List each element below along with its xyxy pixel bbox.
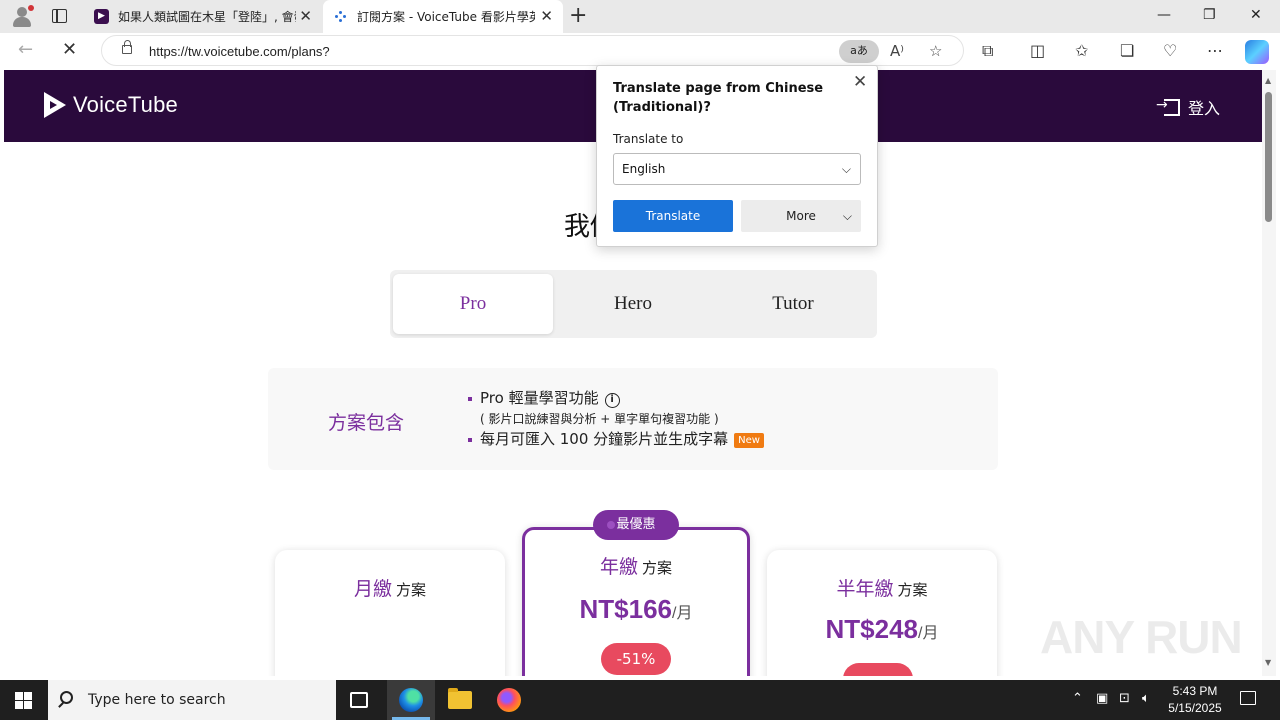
list-item: 每月可匯入 100 分鐘影片並生成字幕 New bbox=[468, 429, 764, 450]
tab-pro[interactable]: Pro bbox=[393, 274, 553, 334]
scroll-up-icon[interactable]: ▲ bbox=[1265, 76, 1271, 85]
feature-text: 每月可匯入 100 分鐘影片並生成字幕 bbox=[480, 430, 729, 448]
site-logo[interactable]: VoiceTube bbox=[73, 92, 178, 118]
best-value-badge: 最優惠 bbox=[593, 510, 679, 540]
notification-icon[interactable] bbox=[1240, 691, 1256, 705]
read-aloud-icon[interactable]: A⁾ bbox=[890, 42, 904, 60]
translate-button[interactable]: Translate bbox=[613, 200, 733, 232]
restore-button[interactable]: ❐ bbox=[1203, 7, 1216, 23]
minimize-button[interactable]: — bbox=[1157, 7, 1171, 23]
tab-tutor[interactable]: Tutor bbox=[713, 274, 873, 334]
profile-avatar-icon[interactable] bbox=[11, 5, 34, 27]
plan-name: 年繳 方案 bbox=[599, 556, 673, 578]
plan-price: NT$166/月 bbox=[579, 594, 693, 624]
login-icon bbox=[1156, 97, 1180, 116]
plan-tab-group: Pro Hero Tutor bbox=[390, 270, 877, 338]
voicetube-favicon-icon: ▶ bbox=[94, 9, 109, 24]
info-icon[interactable]: i bbox=[604, 393, 620, 408]
loading-spinner-icon bbox=[333, 9, 348, 24]
feature-list: Pro 輕量學習功能 i ( 影片口說練習與分析 + 單字單句複習功能 ) 每月可… bbox=[468, 388, 764, 450]
browser-essentials-icon[interactable]: ♡ bbox=[1163, 42, 1177, 60]
chevron-up-icon[interactable]: ⌃ bbox=[1072, 691, 1083, 706]
browser-tab-strip: ▶ 如果人類試圖在木星「登陸」, 會發 ✕ 訂閱方案 - VoiceTube 看… bbox=[0, 0, 1280, 33]
url-text[interactable]: https://tw.voicetube.com/plans? bbox=[149, 44, 330, 59]
chevron-down-icon: ⌵ bbox=[841, 162, 851, 176]
lock-icon[interactable] bbox=[122, 40, 132, 54]
login-label: 登入 bbox=[1188, 99, 1221, 118]
browser-tab-active[interactable]: 訂閱方案 - VoiceTube 看影片學英 ✕ bbox=[323, 0, 563, 33]
discount-badge bbox=[843, 663, 913, 676]
windows-start-icon[interactable] bbox=[15, 692, 32, 709]
extensions-icon[interactable]: ⧉ bbox=[982, 42, 993, 60]
plan-card-yearly[interactable]: 年繳 方案 NT$166/月 -51% bbox=[522, 527, 750, 676]
more-button[interactable]: More ⌵ bbox=[741, 200, 861, 232]
close-tab-icon[interactable]: ✕ bbox=[540, 9, 553, 24]
chevron-down-icon: ⌵ bbox=[842, 209, 852, 223]
voicetube-logo-icon[interactable] bbox=[44, 92, 66, 118]
task-view-icon[interactable] bbox=[350, 692, 368, 708]
translate-icon[interactable]: aあ bbox=[839, 40, 879, 63]
taskbar-search-input[interactable]: Type here to search bbox=[48, 680, 336, 720]
feature-subtext: ( 影片口說練習與分析 + 單字單句複習功能 ) bbox=[480, 412, 719, 426]
firefox-icon[interactable] bbox=[497, 688, 521, 712]
scrollbar-thumb[interactable] bbox=[1265, 92, 1272, 222]
new-badge: New bbox=[734, 433, 764, 448]
favorites-icon[interactable]: ✩ bbox=[1075, 42, 1088, 60]
plan-name: 半年繳 方案 bbox=[836, 578, 928, 600]
copilot-icon[interactable] bbox=[1245, 40, 1269, 64]
tab-title: 訂閱方案 - VoiceTube 看影片學英 bbox=[357, 10, 535, 24]
translate-dialog: Translate page from Chinese (Traditional… bbox=[596, 65, 878, 247]
close-icon[interactable]: ✕ bbox=[853, 72, 867, 92]
tab-title: 如果人類試圖在木星「登陸」, 會發 bbox=[118, 10, 296, 24]
browser-toolbar: ← ✕ https://tw.voicetube.com/plans? aあ A… bbox=[0, 33, 1280, 69]
new-tab-button[interactable]: + bbox=[569, 4, 587, 28]
browser-tab[interactable]: ▶ 如果人類試圖在木星「登陸」, 會發 ✕ bbox=[84, 0, 322, 33]
close-tab-icon[interactable]: ✕ bbox=[299, 9, 312, 24]
translate-to-label: Translate to bbox=[613, 132, 684, 146]
close-window-button[interactable]: ✕ bbox=[1250, 7, 1262, 23]
edge-browser-icon[interactable] bbox=[399, 688, 423, 712]
search-icon bbox=[60, 691, 73, 704]
meet-now-icon[interactable]: ▣ bbox=[1096, 691, 1108, 706]
stop-loading-icon[interactable]: ✕ bbox=[62, 39, 77, 60]
collections-icon[interactable]: ❏ bbox=[1120, 42, 1134, 60]
language-select[interactable]: English ⌵ bbox=[613, 153, 861, 185]
plan-name: 月繳 方案 bbox=[353, 578, 427, 600]
volume-icon[interactable]: 🔈︎ bbox=[1142, 691, 1150, 706]
taskbar-clock[interactable]: 5:43 PM 5/15/2025 bbox=[1162, 683, 1228, 717]
list-item: Pro 輕量學習功能 i bbox=[468, 388, 764, 409]
translate-dialog-title: Translate page from Chinese (Traditional… bbox=[613, 81, 824, 115]
discount-badge: -51% bbox=[601, 643, 671, 675]
split-screen-icon[interactable]: ◫ bbox=[1030, 42, 1045, 60]
favorite-star-icon[interactable]: ☆ bbox=[929, 42, 942, 60]
login-button[interactable]: 登入 bbox=[1156, 95, 1221, 119]
back-arrow-icon[interactable]: ← bbox=[18, 39, 33, 60]
plan-includes-box: 方案包含 Pro 輕量學習功能 i ( 影片口說練習與分析 + 單字單句複習功能 … bbox=[268, 368, 998, 470]
plan-card-halfyear[interactable]: 半年繳 方案 NT$248/月 bbox=[767, 550, 997, 676]
windows-taskbar: Type here to search ⌃ ▣ ⊡ 🔈︎ 5:43 PM 5/1… bbox=[0, 680, 1280, 720]
tab-actions-icon[interactable] bbox=[52, 9, 67, 23]
address-bar[interactable]: https://tw.voicetube.com/plans? aあ A⁾ ☆ bbox=[101, 35, 964, 66]
watermark-logo: ANY RUN bbox=[1040, 611, 1243, 663]
more-options-icon[interactable]: ⋯ bbox=[1207, 42, 1223, 60]
plan-price: NT$248/月 bbox=[825, 614, 939, 644]
file-explorer-icon[interactable] bbox=[448, 688, 472, 709]
tab-hero[interactable]: Hero bbox=[553, 274, 713, 334]
scroll-down-icon[interactable]: ▼ bbox=[1265, 658, 1271, 667]
plan-card-monthly[interactable]: 月繳 方案 bbox=[275, 550, 505, 676]
network-icon[interactable]: ⊡ bbox=[1119, 691, 1130, 706]
feature-text: Pro 輕量學習功能 bbox=[480, 389, 599, 407]
page-scrollbar[interactable]: ▲ ▼ bbox=[1262, 70, 1276, 676]
includes-label: 方案包含 bbox=[328, 412, 405, 434]
